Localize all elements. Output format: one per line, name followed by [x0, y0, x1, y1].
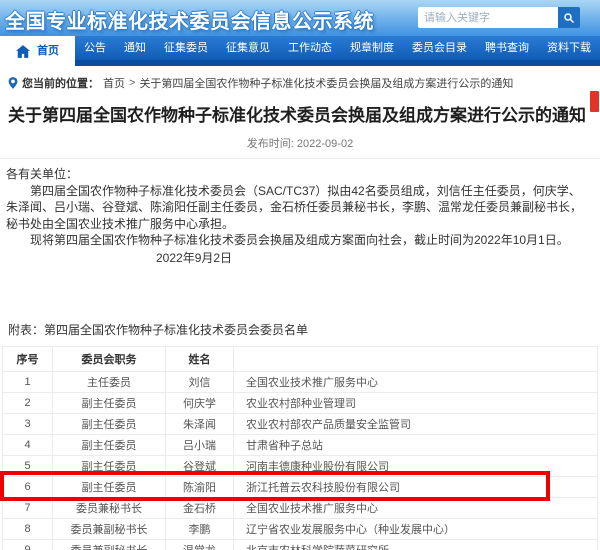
committee-table: 序号委员会职务姓名 1主任委员刘信全国农业技术推广服务中心2副主任委员何庆学农业…: [2, 346, 598, 550]
article-body: 各有关单位： 第四届全国农作物种子标准化技术委员会（SAC/TC37）拟由42名…: [0, 159, 600, 339]
paragraph-1: 第四届全国农作物种子标准化技术委员会（SAC/TC37）拟由42名委员组成，刘信…: [6, 183, 590, 233]
cell-name: 朱泽闻: [166, 413, 234, 434]
cell-title: 主任委员: [53, 371, 166, 392]
main-nav: 首页 公告通知征集委员征集意见工作动态规章制度委员会目录聘书查询资料下载: [0, 36, 600, 66]
cell-org: 甘肃省种子总站: [234, 434, 598, 455]
table-row: 9委员兼副秘书长温常龙北京市农林科学院蔬菜研究所: [3, 539, 598, 550]
breadcrumb: 您当前的位置： 首页 > 关于第四届全国农作物种子标准化技术委员会换届及组成方案…: [0, 66, 600, 97]
cell-no: 6: [3, 476, 53, 497]
site-title: 全国专业标准化技术委员会信息公示系统: [5, 5, 374, 34]
breadcrumb-separator: >: [129, 77, 135, 89]
cell-title: 副主任委员: [53, 413, 166, 434]
nav-item-label: 征集意见: [226, 36, 270, 60]
search-bar: [418, 7, 580, 28]
table-header-cell: 委员会职务: [53, 346, 166, 371]
table-row: 3副主任委员朱泽闻农业农村部农产品质量安全监管司: [3, 413, 598, 434]
nav-item-notices[interactable]: 通知: [115, 36, 155, 60]
cell-name: 陈渝阳: [166, 476, 234, 497]
nav-item-label: 聘书查询: [485, 36, 529, 60]
table-row: 1主任委员刘信全国农业技术推广服务中心: [3, 371, 598, 392]
cell-name: 刘信: [166, 371, 234, 392]
breadcrumb-label: 您当前的位置：: [22, 75, 99, 91]
table-row: 6副主任委员陈渝阳浙江托普云农科技股份有限公司: [3, 476, 598, 497]
publish-label: 发布时间:: [247, 138, 294, 150]
nav-item-label: 公告: [84, 36, 106, 60]
table-row: 5副主任委员谷登斌河南丰德康种业股份有限公司: [3, 455, 598, 476]
cell-no: 1: [3, 371, 53, 392]
greeting-line: 各有关单位：: [6, 166, 590, 183]
committee-table-wrap: 序号委员会职务姓名 1主任委员刘信全国农业技术推广服务中心2副主任委员何庆学农业…: [2, 346, 598, 550]
nav-item-committee-directory[interactable]: 委员会目录: [403, 36, 476, 60]
breadcrumb-current: 关于第四届全国农作物种子标准化技术委员会换届及组成方案进行公示的通知: [139, 75, 513, 91]
table-row: 2副主任委员何庆学农业农村部种业管理司: [3, 392, 598, 413]
publish-row: 发布时间: 2022-09-02: [0, 135, 600, 159]
table-header-cell: 姓名: [166, 346, 234, 371]
nav-item-solicit-members[interactable]: 征集委员: [155, 36, 217, 60]
search-input[interactable]: [418, 7, 558, 28]
article-title: 关于第四届全国农作物种子标准化技术委员会换届及组成方案进行公示的通知: [0, 97, 600, 129]
cell-org: 全国农业技术推广服务中心: [234, 371, 598, 392]
cell-no: 3: [3, 413, 53, 434]
search-icon: [563, 12, 575, 24]
cell-org: 河南丰德康种业股份有限公司: [234, 455, 598, 476]
nav-item-downloads[interactable]: 资料下载: [538, 36, 600, 60]
table-header-row: 序号委员会职务姓名: [3, 346, 598, 371]
cell-title: 副主任委员: [53, 476, 166, 497]
location-pin-icon: [8, 77, 18, 89]
cell-title: 副主任委员: [53, 455, 166, 476]
cell-org: 北京市农林科学院蔬菜研究所: [234, 539, 598, 550]
cell-name: 谷登斌: [166, 455, 234, 476]
site-banner: 全国专业标准化技术委员会信息公示系统: [0, 0, 600, 36]
search-button[interactable]: [558, 7, 580, 28]
cell-name: 何庆学: [166, 392, 234, 413]
cell-title: 委员兼副秘书长: [53, 539, 166, 550]
attachment-label: 附表：第四届全国农作物种子标准化技术委员会委员名单: [8, 322, 590, 339]
nav-item-regulations[interactable]: 规章制度: [341, 36, 403, 60]
cell-name: 李鹏: [166, 518, 234, 539]
home-icon: [16, 45, 30, 58]
cell-name: 金石桥: [166, 497, 234, 518]
cell-no: 9: [3, 539, 53, 550]
page: 全国专业标准化技术委员会信息公示系统 首页 公告通知征集委员征集意见工作动态规章制…: [0, 0, 600, 550]
cell-name: 吕小瑞: [166, 434, 234, 455]
cell-title: 委员兼秘书长: [53, 497, 166, 518]
breadcrumb-home-link[interactable]: 首页: [103, 75, 125, 91]
nav-item-label: 首页: [37, 39, 59, 63]
paragraph-2: 现将第四届全国农作物种子标准化技术委员会换届及组成方案面向社会，截止时间为202…: [6, 232, 590, 249]
sign-date: 2022年9月2日: [156, 250, 590, 267]
nav-item-label: 规章制度: [350, 36, 394, 60]
cell-name: 温常龙: [166, 539, 234, 550]
cell-title: 副主任委员: [53, 392, 166, 413]
nav-item-home[interactable]: 首页: [0, 36, 75, 66]
nav-item-label: 资料下载: [547, 36, 591, 60]
cell-org: 辽宁省农业发展服务中心（种业发展中心）: [234, 518, 598, 539]
cell-org: 农业农村部种业管理司: [234, 392, 598, 413]
table-row: 8委员兼副秘书长李鹏辽宁省农业发展服务中心（种业发展中心）: [3, 518, 598, 539]
table-row: 4副主任委员吕小瑞甘肃省种子总站: [3, 434, 598, 455]
publish-date: 2022-09-02: [297, 138, 353, 150]
nav-item-certificate-query[interactable]: 聘书查询: [476, 36, 538, 60]
table-header-cell: [234, 346, 598, 371]
article: 关于第四届全国农作物种子标准化技术委员会换届及组成方案进行公示的通知 发布时间:…: [0, 97, 600, 550]
cell-no: 8: [3, 518, 53, 539]
cell-no: 7: [3, 497, 53, 518]
nav-item-label: 征集委员: [164, 36, 208, 60]
nav-item-solicit-opinions[interactable]: 征集意见: [217, 36, 279, 60]
table-row: 7委员兼秘书长金石桥全国农业技术推广服务中心: [3, 497, 598, 518]
cell-org: 农业农村部农产品质量安全监管司: [234, 413, 598, 434]
nav-item-label: 通知: [124, 36, 146, 60]
cell-org: 浙江托普云农科技股份有限公司: [234, 476, 598, 497]
nav-item-label: 委员会目录: [412, 36, 467, 60]
cell-no: 4: [3, 434, 53, 455]
cell-org: 全国农业技术推广服务中心: [234, 497, 598, 518]
cell-title: 副主任委员: [53, 434, 166, 455]
nav-item-label: 工作动态: [288, 36, 332, 60]
cell-no: 2: [3, 392, 53, 413]
cell-no: 5: [3, 455, 53, 476]
table-header-cell: 序号: [3, 346, 53, 371]
cell-title: 委员兼副秘书长: [53, 518, 166, 539]
scrollbar-thumb[interactable]: [590, 91, 599, 112]
nav-item-announcements[interactable]: 公告: [75, 36, 115, 60]
nav-item-work-news[interactable]: 工作动态: [279, 36, 341, 60]
